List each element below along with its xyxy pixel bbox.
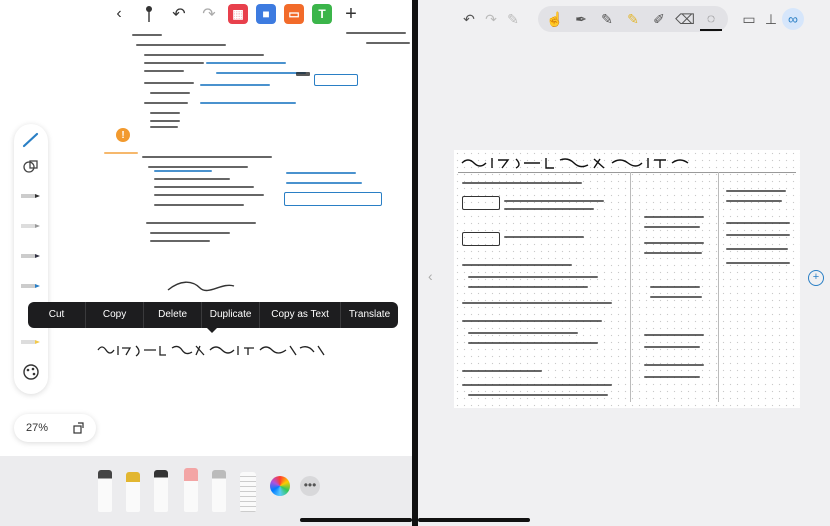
- shapes-tool-icon[interactable]: [21, 158, 41, 174]
- eraser-icon[interactable]: [184, 468, 198, 512]
- pencil-icon[interactable]: ✎: [596, 8, 618, 30]
- text-icon[interactable]: T: [312, 4, 332, 24]
- orange-annotation: [104, 152, 138, 154]
- hand-icon[interactable]: ☝: [544, 8, 566, 30]
- pen-icon[interactable]: ✒: [570, 8, 592, 30]
- pencil-icon[interactable]: [154, 470, 168, 512]
- color-picker-icon[interactable]: [270, 476, 290, 496]
- pin-icon[interactable]: ⊥: [760, 8, 782, 30]
- redo-icon[interactable]: ↷: [480, 8, 502, 30]
- pencil-preset-3-icon[interactable]: [21, 248, 41, 264]
- undo-icon[interactable]: ↶: [168, 3, 190, 25]
- selected-handwriting[interactable]: [96, 342, 328, 358]
- highlighter-preset-icon[interactable]: [21, 334, 41, 350]
- menu-item-delete[interactable]: Delete: [144, 302, 203, 328]
- zoom-control[interactable]: 27%: [14, 414, 96, 442]
- context-menu-pointer: [206, 327, 218, 333]
- column-divider-1: [630, 172, 631, 402]
- pencil-preset-1-icon[interactable]: [21, 188, 41, 204]
- link-icon[interactable]: ∞: [782, 8, 804, 30]
- pencil-preset-4-icon[interactable]: [21, 278, 41, 294]
- eraser-icon[interactable]: ⌫: [674, 8, 696, 30]
- back-chevron-icon[interactable]: ‹: [108, 3, 130, 25]
- zoom-level: 27%: [25, 422, 49, 434]
- tool-palette: [14, 124, 48, 394]
- highlighter-icon[interactable]: ✎: [622, 8, 644, 30]
- apple-pencil-tool-tray: •••: [0, 456, 412, 526]
- redo-icon[interactable]: ↷: [198, 3, 220, 25]
- page-settings-icon[interactable]: [72, 422, 84, 434]
- pin-icon[interactable]: [138, 3, 160, 25]
- right-notebook-pane[interactable]: ↶ ↷ ✎ ☝ ✒ ✎ ✎ ✐ ⌫ ◌ ▭ ⊥ ∞ ‹ +: [418, 0, 830, 526]
- title-divider: [458, 172, 796, 173]
- square-icon[interactable]: ■: [256, 4, 276, 24]
- pencil-edit-icon[interactable]: ✎: [502, 8, 524, 30]
- handwritten-notes-canvas[interactable]: [96, 28, 412, 298]
- left-notebook-pane[interactable]: ‹ ↶ ↷ ▦ ■ ▭ T + ! Cut Copy Delete Duplic…: [0, 0, 412, 526]
- lasso-tool-icon[interactable]: [212, 470, 226, 512]
- add-page-button[interactable]: +: [808, 270, 824, 286]
- ruler-icon[interactable]: [240, 472, 256, 512]
- grid-icon[interactable]: ▦: [228, 4, 248, 24]
- image-icon[interactable]: ▭: [284, 4, 304, 24]
- home-indicator-left: [300, 518, 412, 522]
- menu-item-copy-as-text[interactable]: Copy as Text: [260, 302, 341, 328]
- menu-item-copy[interactable]: Copy: [86, 302, 145, 328]
- more-options-icon[interactable]: •••: [300, 476, 320, 496]
- note-page-card[interactable]: [454, 150, 800, 408]
- selection-context-menu: Cut Copy Delete Duplicate Copy as Text T…: [28, 302, 398, 328]
- right-top-toolbar: ↶ ↷ ✎ ☝ ✒ ✎ ✎ ✐ ⌫ ◌ ▭ ⊥ ∞: [418, 0, 830, 38]
- home-indicator-right: [418, 518, 530, 522]
- undo-icon[interactable]: ↶: [458, 8, 480, 30]
- column-divider-2: [718, 172, 719, 402]
- pen-tool-icon[interactable]: [21, 132, 41, 148]
- folder-icon[interactable]: ▭: [738, 8, 760, 30]
- left-top-toolbar: ‹ ↶ ↷ ▦ ■ ▭ T +: [108, 2, 362, 26]
- marker-icon[interactable]: [126, 472, 140, 512]
- lasso-icon[interactable]: ◌: [700, 7, 722, 31]
- previous-page-chevron-icon[interactable]: ‹: [428, 268, 433, 284]
- page-handwritten-title: [461, 158, 689, 169]
- warning-badge-icon[interactable]: !: [116, 128, 130, 142]
- pen-icon[interactable]: [98, 470, 112, 512]
- drawing-tools-group: ☝ ✒ ✎ ✎ ✐ ⌫ ◌: [538, 6, 728, 32]
- pencil-preset-2-icon[interactable]: [21, 218, 41, 234]
- plus-icon[interactable]: +: [340, 3, 362, 25]
- menu-item-translate[interactable]: Translate: [341, 302, 398, 328]
- menu-item-duplicate[interactable]: Duplicate: [202, 302, 261, 328]
- marker-icon[interactable]: ✐: [648, 8, 670, 30]
- menu-item-cut[interactable]: Cut: [28, 302, 87, 328]
- color-palette-icon[interactable]: [21, 364, 41, 380]
